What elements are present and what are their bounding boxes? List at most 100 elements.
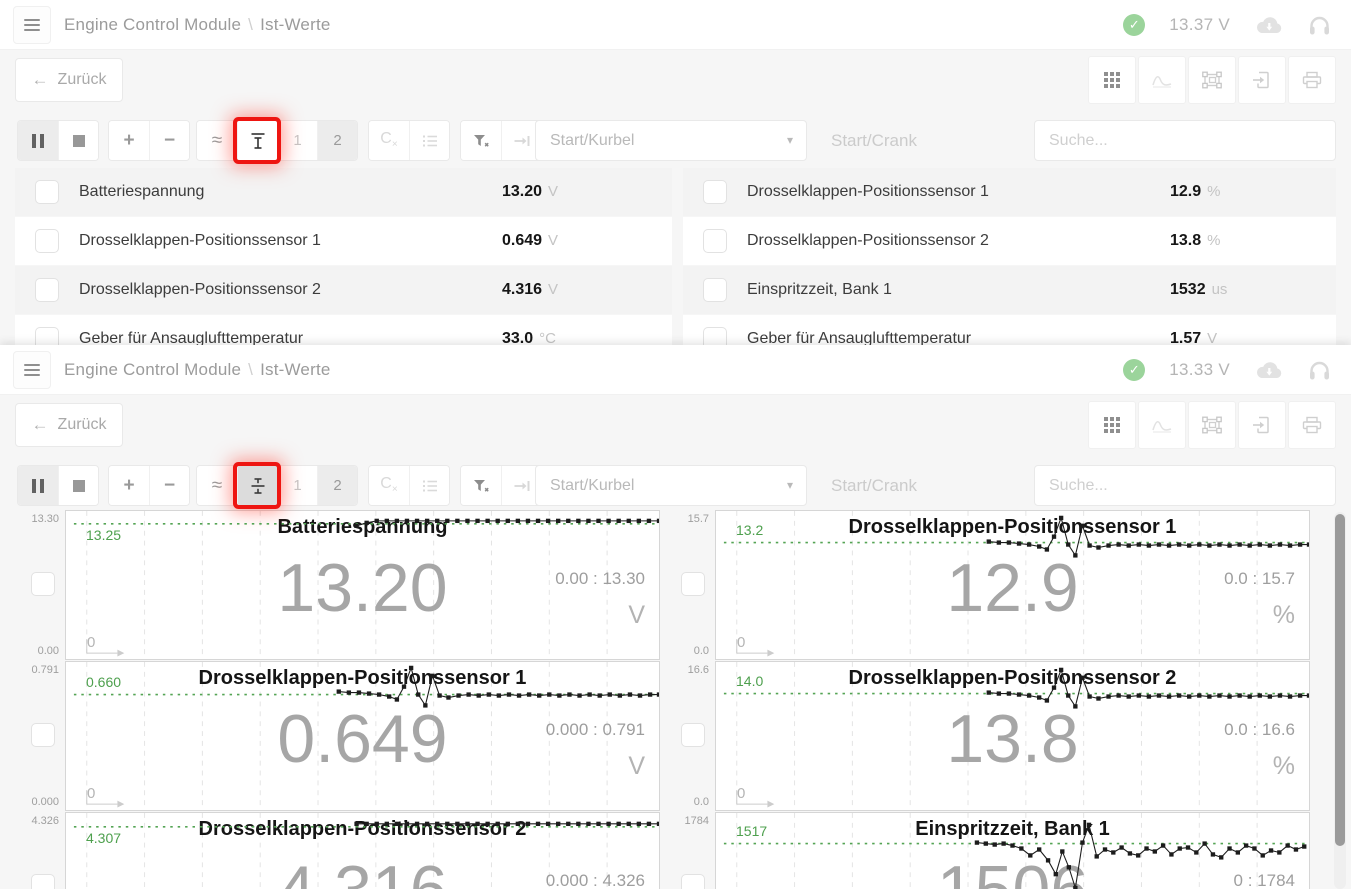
print-button[interactable] xyxy=(1288,56,1336,104)
chart-row: 4.326 4.307 Drosselklappen-Positionssens… xyxy=(15,812,1336,889)
clear-button[interactable]: C× xyxy=(369,466,409,505)
chart-checkbox[interactable] xyxy=(681,572,705,596)
preset-dropdown[interactable]: Start/Kurbel ▾ xyxy=(535,465,807,506)
parameter-value: 4.316 xyxy=(502,281,542,299)
toolbar: + − ≈ 1 2 C× xyxy=(15,120,1336,161)
print-button[interactable] xyxy=(1288,401,1336,449)
parameter-label: Geber für Ansauglufttemperatur xyxy=(79,315,303,345)
smoothing-button[interactable]: ≈ xyxy=(197,466,237,505)
breadcrumb: Engine Control Module \ Ist-Werte xyxy=(64,345,331,395)
parameter-row[interactable]: Geber für Ansauglufttemperatur 33.0°C xyxy=(15,315,672,345)
chart-plot-area[interactable]: 14.0 Drosselklappen-Positionssensor 2 13… xyxy=(715,661,1310,811)
parameter-checkbox[interactable] xyxy=(35,327,59,345)
layout-1-button[interactable]: 1 xyxy=(277,121,317,160)
grid-view-button[interactable] xyxy=(1088,56,1136,104)
parameter-row[interactable]: Einspritzzeit, Bank 1 1532us xyxy=(683,266,1336,314)
connection-ok-icon: ✓ xyxy=(1123,359,1145,381)
stop-button[interactable] xyxy=(58,466,98,505)
search-input[interactable] xyxy=(1034,120,1336,161)
printer-icon xyxy=(1301,415,1323,435)
plus-icon: + xyxy=(123,475,134,497)
chart-range: 0.000 : 0.791 xyxy=(546,720,645,740)
parameter-row[interactable]: Batteriespannung 13.20V xyxy=(15,168,672,216)
parameter-checkbox[interactable] xyxy=(703,278,727,302)
chart-range: 0.0 : 16.6 xyxy=(1224,720,1295,740)
parameter-row[interactable]: Geber für Ansauglufttemperatur 1.57V xyxy=(683,315,1336,345)
parameter-checkbox[interactable] xyxy=(703,229,727,253)
chart-checkbox[interactable] xyxy=(31,874,55,889)
scrollbar-thumb[interactable] xyxy=(1335,514,1345,846)
parameter-unit: us xyxy=(1212,281,1228,298)
layout-2-button[interactable]: 2 xyxy=(317,466,357,505)
parameter-row[interactable]: Drosselklappen-Positionssensor 2 4.316V xyxy=(15,266,672,314)
chart-plot-area[interactable]: 0.660 Drosselklappen-Positionssensor 1 0… xyxy=(65,661,660,811)
curve-view-button[interactable] xyxy=(1138,56,1186,104)
snapshot-frame-button[interactable] xyxy=(1188,401,1236,449)
add-button[interactable]: + xyxy=(109,466,149,505)
pause-button[interactable] xyxy=(18,121,58,160)
export-button[interactable] xyxy=(1238,401,1286,449)
remove-button[interactable]: − xyxy=(149,121,189,160)
frame-selection-icon xyxy=(1201,415,1223,435)
curve-view-button[interactable] xyxy=(1138,401,1186,449)
vertical-scrollbar[interactable] xyxy=(1334,512,1346,889)
layout-2-button[interactable]: 2 xyxy=(317,121,357,160)
parameter-checkbox[interactable] xyxy=(703,327,727,345)
back-button[interactable]: ← Zurück xyxy=(15,58,123,102)
chart-plot-area[interactable]: 13.25 Batteriespannung 13.20 0.00 : 13.3… xyxy=(65,510,660,660)
headphones-icon[interactable] xyxy=(1308,14,1331,36)
filter-button[interactable] xyxy=(461,121,501,160)
back-arrow-icon: ← xyxy=(32,415,49,435)
pause-button[interactable] xyxy=(18,466,58,505)
app-window: Engine Control Module \ Ist-Werte ✓ 13.3… xyxy=(0,0,1351,889)
chart-title: Einspritzzeit, Bank 1 xyxy=(716,818,1309,841)
chart-title: Batteriespannung xyxy=(66,516,659,539)
parameter-row[interactable]: Drosselklappen-Positionssensor 1 0.649V xyxy=(15,217,672,265)
chart-plot-area[interactable]: 13.2 Drosselklappen-Positionssensor 1 12… xyxy=(715,510,1310,660)
search-input[interactable] xyxy=(1034,465,1336,506)
chart-checkbox[interactable] xyxy=(681,874,705,889)
parameter-label: Drosselklappen-Positionssensor 1 xyxy=(747,168,989,216)
parameter-row[interactable]: Drosselklappen-Positionssensor 1 12.9% xyxy=(683,168,1336,216)
chart-checkbox[interactable] xyxy=(31,723,55,747)
clear-button[interactable]: C× xyxy=(369,121,409,160)
chart-origin-label: 0 xyxy=(737,634,745,651)
breadcrumb: Engine Control Module \ Ist-Werte xyxy=(64,0,331,50)
back-button[interactable]: ← Zurück xyxy=(15,403,123,447)
chart-checkbox[interactable] xyxy=(31,572,55,596)
parameter-checkbox[interactable] xyxy=(35,278,59,302)
grid-view-button[interactable] xyxy=(1088,401,1136,449)
smoothing-button[interactable]: ≈ xyxy=(197,121,237,160)
layout-1-button[interactable]: 1 xyxy=(277,466,317,505)
chart-checkbox[interactable] xyxy=(681,723,705,747)
add-button[interactable]: + xyxy=(109,121,149,160)
parameter-checkbox[interactable] xyxy=(35,180,59,204)
parameter-checkbox[interactable] xyxy=(35,229,59,253)
headphones-icon[interactable] xyxy=(1308,359,1331,381)
chevron-down-icon: ▾ xyxy=(787,121,793,160)
remove-button[interactable]: − xyxy=(149,466,189,505)
chart-cell: 0.791 0.000 0.660 Drosselklappen-Positio… xyxy=(15,661,660,811)
scale-mode-button[interactable] xyxy=(237,466,277,505)
list-button[interactable] xyxy=(409,466,449,505)
stop-button[interactable] xyxy=(58,121,98,160)
export-button[interactable] xyxy=(1238,56,1286,104)
parameter-unit: % xyxy=(1207,183,1220,200)
layout-2-label: 2 xyxy=(333,132,341,149)
filter-button[interactable] xyxy=(461,466,501,505)
cloud-download-icon[interactable] xyxy=(1254,360,1284,381)
chart-cell: 15.7 0.0 13.2 Drosselklappen-Positionsse… xyxy=(665,510,1310,660)
preset-dropdown[interactable]: Start/Kurbel ▾ xyxy=(535,120,807,161)
minus-icon: − xyxy=(164,130,175,152)
cloud-download-icon[interactable] xyxy=(1254,15,1284,36)
parameter-row[interactable]: Drosselklappen-Positionssensor 2 13.8% xyxy=(683,217,1336,265)
hamburger-menu-button[interactable] xyxy=(13,6,51,44)
toolbar: + − ≈ 1 2 C× xyxy=(15,465,1336,506)
list-button[interactable] xyxy=(409,121,449,160)
snapshot-frame-button[interactable] xyxy=(1188,56,1236,104)
scale-mode-button[interactable] xyxy=(237,121,277,160)
hamburger-menu-button[interactable] xyxy=(13,351,51,389)
chart-plot-area[interactable]: 4.307 Drosselklappen-Positionssensor 2 4… xyxy=(65,812,660,889)
chart-plot-area[interactable]: 1517 Einspritzzeit, Bank 1 1506 0 : 1784 xyxy=(715,812,1310,889)
parameter-checkbox[interactable] xyxy=(703,180,727,204)
